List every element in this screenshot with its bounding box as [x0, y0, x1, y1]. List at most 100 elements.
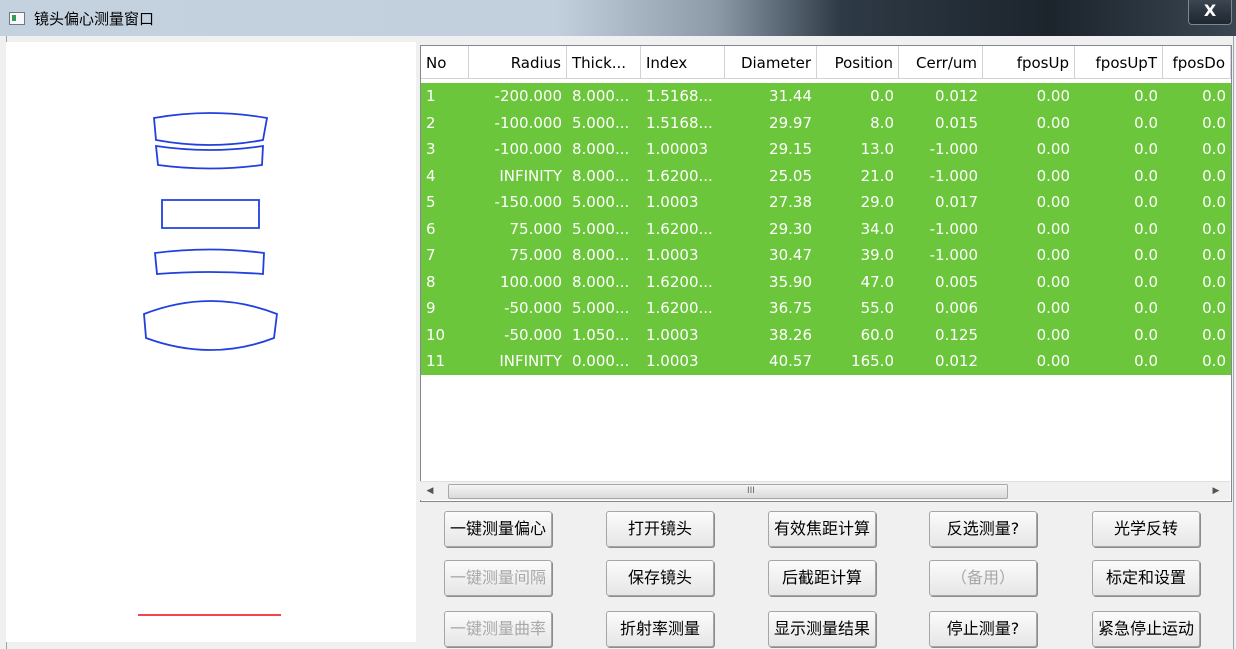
column-header[interactable]: Position: [817, 46, 899, 79]
table-cell: 75.000: [509, 246, 563, 264]
scroll-right-icon[interactable]: ▶: [1210, 485, 1222, 497]
scroll-left-icon[interactable]: ◀: [424, 485, 436, 497]
table-row[interactable]: 5 -150.000 5.000... 1.0003 27.38 29.0 0.017 0.0…: [421, 189, 1231, 216]
table-cell: 1.00003: [646, 140, 709, 158]
table-row[interactable]: 11 INFINITY 0.000... 1.0003 40.57 165.0 0.012 0…: [421, 348, 1231, 375]
table-cell: 8.000...: [572, 140, 630, 158]
table-cell: 8.000...: [572, 166, 630, 185]
column-header[interactable]: No: [421, 46, 469, 79]
table-cell: 0.015: [935, 113, 978, 132]
table-row[interactable]: 8 100.000 8.000... 1.6200... 35.90 47.0 0.005 0…: [421, 268, 1231, 295]
table-cell: 5.000...: [572, 193, 630, 211]
table-cell: 29.97: [769, 113, 812, 132]
column-header[interactable]: fposUp: [983, 46, 1075, 79]
column-header[interactable]: Diameter: [725, 46, 817, 79]
table-cell: 2: [426, 113, 436, 132]
table-cell: 47.0: [860, 272, 894, 291]
table-cell: 0.0: [1202, 325, 1226, 344]
table-cell: 0.00: [1036, 352, 1070, 370]
table-cell: 0.0: [870, 87, 894, 105]
table-cell: 0.012: [935, 352, 978, 370]
table-cell: 1.050...: [572, 325, 630, 344]
table-row[interactable]: 3 -100.000 8.000... 1.00003 29.15 13.0 -1.000 0…: [421, 136, 1231, 163]
table-cell: 3: [426, 140, 436, 158]
table-cell: 0.0: [1202, 113, 1226, 132]
table-cell: 0.012: [935, 87, 978, 105]
table-cell: 1.6200...: [646, 299, 713, 317]
window-title: 镜头偏心测量窗口: [34, 10, 155, 28]
table-cell: 4: [426, 166, 436, 185]
column-header[interactable]: Radius: [469, 46, 567, 79]
table-row[interactable]: 4 INFINITY 8.000... 1.6200... 25.05 21.0 -1.00…: [421, 162, 1231, 189]
table-cell: 38.26: [769, 325, 812, 344]
table-row[interactable]: 2 -100.000 5.000... 1.5168... 29.97 8.0 0.015 0…: [421, 109, 1231, 136]
table-row[interactable]: 9 -50.000 5.000... 1.6200... 36.75 55.0 0.006 0…: [421, 295, 1231, 322]
table-row[interactable]: 7 75.000 8.000... 1.0003 30.47 39.0 -1.000 0.00…: [421, 242, 1231, 269]
invert-select-button[interactable]: 反选测量?: [929, 511, 1037, 547]
close-button[interactable]: X: [1188, 0, 1232, 25]
show-results-button[interactable]: 显示测量结果: [768, 611, 876, 647]
table-cell: 13.0: [860, 140, 894, 158]
table-cell: 0.006: [935, 299, 978, 317]
calibration-settings-button[interactable]: 标定和设置: [1092, 560, 1200, 596]
table-cell: 8.0: [870, 113, 894, 132]
table-cell: 0.0: [1134, 299, 1158, 317]
one-key-measure-decenter-button[interactable]: 一键测量偏心: [444, 511, 552, 547]
table-cell: 0.0: [1134, 113, 1158, 132]
horizontal-scrollbar[interactable]: ◀ III ▶: [420, 481, 1230, 500]
emergency-stop-button[interactable]: 紧急停止运动: [1092, 611, 1200, 647]
bfl-calc-button[interactable]: 后截距计算: [768, 560, 876, 596]
table-cell: 1: [426, 87, 436, 105]
stop-measure-button[interactable]: 停止测量?: [929, 611, 1037, 647]
table-cell: 1.0003: [646, 352, 699, 370]
table-cell: 0.0: [1134, 325, 1158, 344]
table-cell: 100.000: [499, 272, 562, 291]
save-lens-button[interactable]: 保存镜头: [606, 560, 714, 596]
table-cell: -1.000: [929, 219, 978, 238]
table-cell: 0.005: [935, 272, 978, 291]
one-key-measure-curvature-button: 一键测量曲率: [444, 611, 552, 647]
table-cell: 0.00: [1036, 246, 1070, 264]
table-cell: 0.0: [1134, 272, 1158, 291]
table-cell: 75.000: [509, 219, 563, 238]
table-cell: -1.000: [929, 246, 978, 264]
reserved-button: （备用）: [929, 560, 1037, 596]
column-header[interactable]: Thick...: [567, 46, 641, 79]
table-cell: 8: [426, 272, 436, 291]
table-cell: 40.57: [769, 352, 812, 370]
optical-reverse-button[interactable]: 光学反转: [1092, 511, 1200, 547]
lens-element-1: [153, 112, 269, 146]
column-header[interactable]: fposUpT: [1075, 46, 1163, 79]
table-cell: 0.000...: [572, 352, 630, 370]
table-cell: 0.017: [935, 193, 978, 211]
table-cell: 34.0: [860, 219, 894, 238]
table-cell: INFINITY: [499, 352, 562, 370]
table-cell: 0.0: [1202, 140, 1226, 158]
table-cell: 0.0: [1134, 87, 1158, 105]
table-cell: 31.44: [769, 87, 812, 105]
table-cell: 35.90: [769, 272, 812, 291]
efl-calc-button[interactable]: 有效焦距计算: [768, 511, 876, 547]
one-key-measure-spacing-button: 一键测量间隔: [444, 560, 552, 596]
table-cell: 0.00: [1036, 140, 1070, 158]
table-row[interactable]: 6 75.000 5.000... 1.6200... 29.30 34.0 -1.000 0…: [421, 215, 1231, 242]
table-cell: 11: [426, 352, 446, 370]
table-cell: 55.0: [860, 299, 894, 317]
table-cell: 0.00: [1036, 87, 1070, 105]
scroll-thumb[interactable]: III: [448, 484, 1008, 499]
column-header[interactable]: Cerr/um: [899, 46, 983, 79]
table-row[interactable]: 10 -50.000 1.050... 1.0003 38.26 60.0 0.125 0.0…: [421, 321, 1231, 348]
lens-surface-table[interactable]: No Radius Thick... Index Diameter Position Cer…: [420, 45, 1232, 502]
table-cell: -1.000: [929, 140, 978, 158]
table-cell: 27.38: [769, 193, 812, 211]
open-lens-button[interactable]: 打开镜头: [606, 511, 714, 547]
table-cell: 0.00: [1036, 299, 1070, 317]
table-body[interactable]: 1 -200.000 8.000... 1.5168... 31.44 0.0 0.012 0…: [421, 83, 1231, 375]
table-cell: 1.6200...: [646, 272, 713, 291]
column-header[interactable]: fposDo: [1163, 46, 1231, 79]
table-row[interactable]: 1 -200.000 8.000... 1.5168... 31.44 0.0 0.012 0…: [421, 83, 1231, 110]
column-header[interactable]: Index: [641, 46, 725, 79]
table-cell: 0.125: [935, 325, 978, 344]
refractive-index-button[interactable]: 折射率测量: [606, 611, 714, 647]
table-cell: 0.0: [1134, 246, 1158, 264]
